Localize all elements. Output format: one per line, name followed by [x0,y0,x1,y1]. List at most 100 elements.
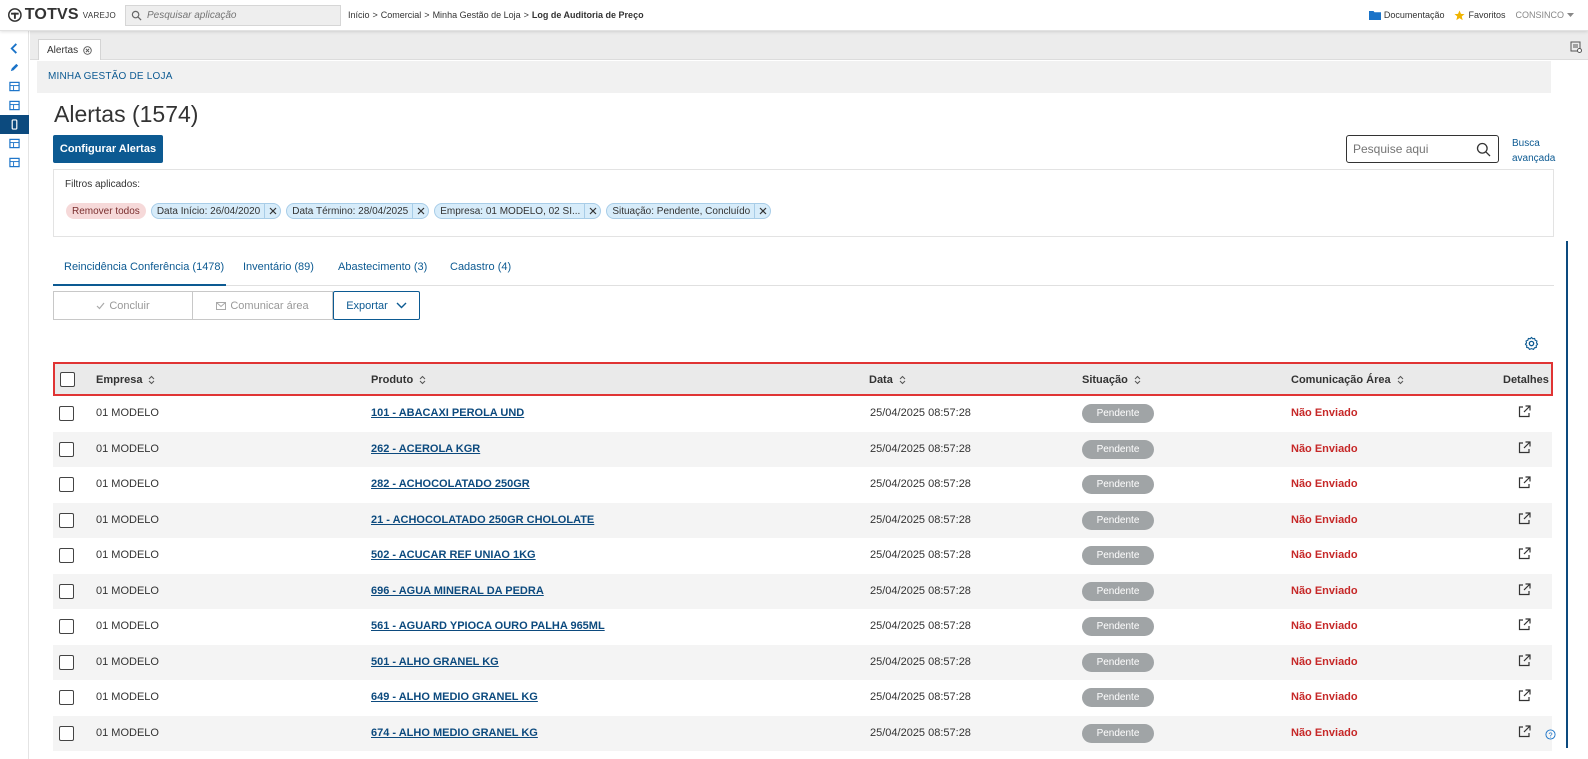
external-link-icon[interactable] [1518,582,1531,596]
breadcrumb-item[interactable]: Comercial [381,10,422,20]
tab-reincidencia[interactable]: Reincidência Conferência (1478) [64,261,224,273]
cell-comunicacao: Não Enviado [1291,726,1358,739]
collapse-menu-button[interactable] [0,39,29,58]
column-empresa-label: Empresa [96,374,143,386]
pencil-icon [10,63,19,72]
remove-filter-button[interactable] [584,204,600,218]
remove-all-filters-button[interactable]: Remover todos [66,203,146,219]
remove-filter-button[interactable] [412,204,428,218]
status-badge: Pendente [1082,475,1154,494]
row-checkbox[interactable] [59,654,74,670]
table-row[interactable]: 01 MODELO 502 - ACUCAR REF UNIAO 1KG 25/04… [53,538,1552,574]
search-icon[interactable] [1476,142,1491,157]
search-input[interactable] [1353,142,1473,156]
sort-icon[interactable] [899,375,906,385]
external-link-icon[interactable] [1518,653,1531,667]
product-link[interactable]: 696 - AGUA MINERAL DA PEDRA [371,585,544,597]
communicate-area-button[interactable]: Comunicar área [193,291,333,320]
table-row[interactable]: 01 MODELO 674 - ALHO MEDIO GRANEL KG 25/04… [53,715,1552,751]
table-row[interactable]: 01 MODELO 561 - AGUARD YPIOCA OURO PALHA … [53,609,1552,645]
cell-comunicacao: Não Enviado [1291,620,1358,632]
tab-abastecimento[interactable]: Abastecimento (3) [338,261,427,273]
export-button[interactable]: Exportar [333,291,420,320]
table-row[interactable]: 01 MODELO 696 - AGUA MINERAL DA PEDRA 25/0… [53,573,1552,609]
gear-icon[interactable] [1524,336,1539,351]
external-link-icon[interactable] [1518,440,1531,454]
rail-item-grid-4[interactable] [0,153,29,172]
scrollbar-thumb[interactable] [1566,241,1568,748]
product-link[interactable]: 101 - ABACAXI PEROLA UND [371,407,524,419]
external-link-icon[interactable] [1518,724,1531,738]
app-search[interactable] [125,4,341,26]
row-checkbox[interactable] [59,619,74,634]
sort-icon[interactable] [1134,375,1141,385]
tab-cadastro[interactable]: Cadastro (4) [450,261,511,273]
row-checkbox[interactable] [59,548,74,563]
product-link[interactable]: 674 - ALHO MEDIO GRANEL KG [371,727,538,739]
remove-filter-button[interactable] [264,204,280,218]
product-link[interactable]: 21 - ACHOCOLATADO 250GR CHOLOLATE [371,514,594,526]
table-row[interactable]: 01 MODELO 282 - ACHOCOLATADO 250GR 25/04/2… [53,467,1552,503]
product-link[interactable]: 262 - ACEROLA KGR [371,443,480,455]
external-link-icon[interactable] [1518,618,1531,631]
conclude-label: Concluir [109,299,150,312]
table-row[interactable]: 01 MODELO 649 - ALHO MEDIO GRANEL KG 25/04… [53,680,1552,716]
select-all-checkbox[interactable] [60,372,75,387]
column-comunicacao[interactable]: Comunicação Área [1291,374,1404,386]
product-link[interactable]: 282 - ACHOCOLATADO 250GR [371,478,530,490]
tab-alertas[interactable]: Alertas [38,39,102,60]
rail-item-grid-3[interactable] [0,134,29,153]
product-link[interactable]: 649 - ALHO MEDIO GRANEL KG [371,691,538,703]
column-data[interactable]: Data [869,374,906,386]
search-box[interactable] [1346,135,1499,163]
table-row[interactable]: 01 MODELO 21 - ACHOCOLATADO 250GR CHOLOLA… [53,502,1552,538]
favorites-link[interactable]: Favoritos [1454,9,1505,21]
external-link-icon[interactable] [1518,511,1531,525]
row-checkbox[interactable] [59,477,74,492]
row-checkbox[interactable] [59,406,74,421]
row-checkbox[interactable] [59,583,74,599]
window-list-icon[interactable] [1570,41,1582,53]
sort-icon[interactable] [419,375,426,385]
rail-item-grid-2[interactable] [0,96,29,115]
breadcrumb-item[interactable]: Minha Gestão de Loja [433,10,521,20]
product-link[interactable]: 561 - AGUARD YPIOCA OURO PALHA 965ML [371,620,605,632]
close-tab-icon[interactable] [83,45,92,55]
app-search-input[interactable] [147,9,327,21]
rail-item-grid-1[interactable] [0,77,29,96]
help-icon[interactable]: ? [1545,729,1556,740]
tab-inventario[interactable]: Inventário (89) [243,261,314,273]
rail-item-tools[interactable] [0,58,29,77]
column-detalhes: Detalhes [1503,374,1549,386]
breadcrumb-item[interactable]: Início [348,10,370,20]
documentation-link[interactable]: Documentação [1368,10,1444,20]
sort-icon[interactable] [1397,375,1404,385]
row-checkbox[interactable] [59,690,74,705]
table-row[interactable]: 01 MODELO 101 - ABACAXI PEROLA UND 25/04/2… [53,396,1552,432]
sort-icon[interactable] [148,375,155,385]
brand-logo[interactable]: TOTVS VAREJO [8,6,116,24]
filter-chip: Empresa: 01 MODELO, 02 SI... [434,203,602,219]
external-link-icon[interactable] [1518,689,1531,702]
rail-item-mobile[interactable] [0,115,29,134]
advanced-search-link[interactable]: Busca avançada [1512,136,1555,166]
row-checkbox[interactable] [59,512,74,528]
conclude-button[interactable]: Concluir [53,291,193,320]
remove-filter-button[interactable] [754,204,770,218]
configure-alerts-button[interactable]: Configurar Alertas [53,135,163,163]
external-link-icon[interactable] [1518,405,1531,418]
external-link-icon[interactable] [1518,547,1531,560]
column-produto[interactable]: Produto [371,374,426,386]
product-link[interactable]: 501 - ALHO GRANEL KG [371,656,499,668]
external-link-icon[interactable] [1518,476,1531,489]
row-checkbox[interactable] [59,441,74,457]
table-row[interactable]: 01 MODELO 262 - ACEROLA KGR 25/04/2025 08:… [53,431,1552,467]
cell-empresa: 01 MODELO [96,513,159,526]
scrollbar[interactable] [1551,61,1588,759]
column-empresa[interactable]: Empresa [96,374,155,386]
user-menu[interactable]: CONSINCO [1515,10,1574,20]
column-situacao[interactable]: Situação [1082,374,1141,386]
product-link[interactable]: 502 - ACUCAR REF UNIAO 1KG [371,549,536,561]
row-checkbox[interactable] [59,725,74,741]
table-row[interactable]: 01 MODELO 501 - ALHO GRANEL KG 25/04/2025 … [53,644,1552,680]
